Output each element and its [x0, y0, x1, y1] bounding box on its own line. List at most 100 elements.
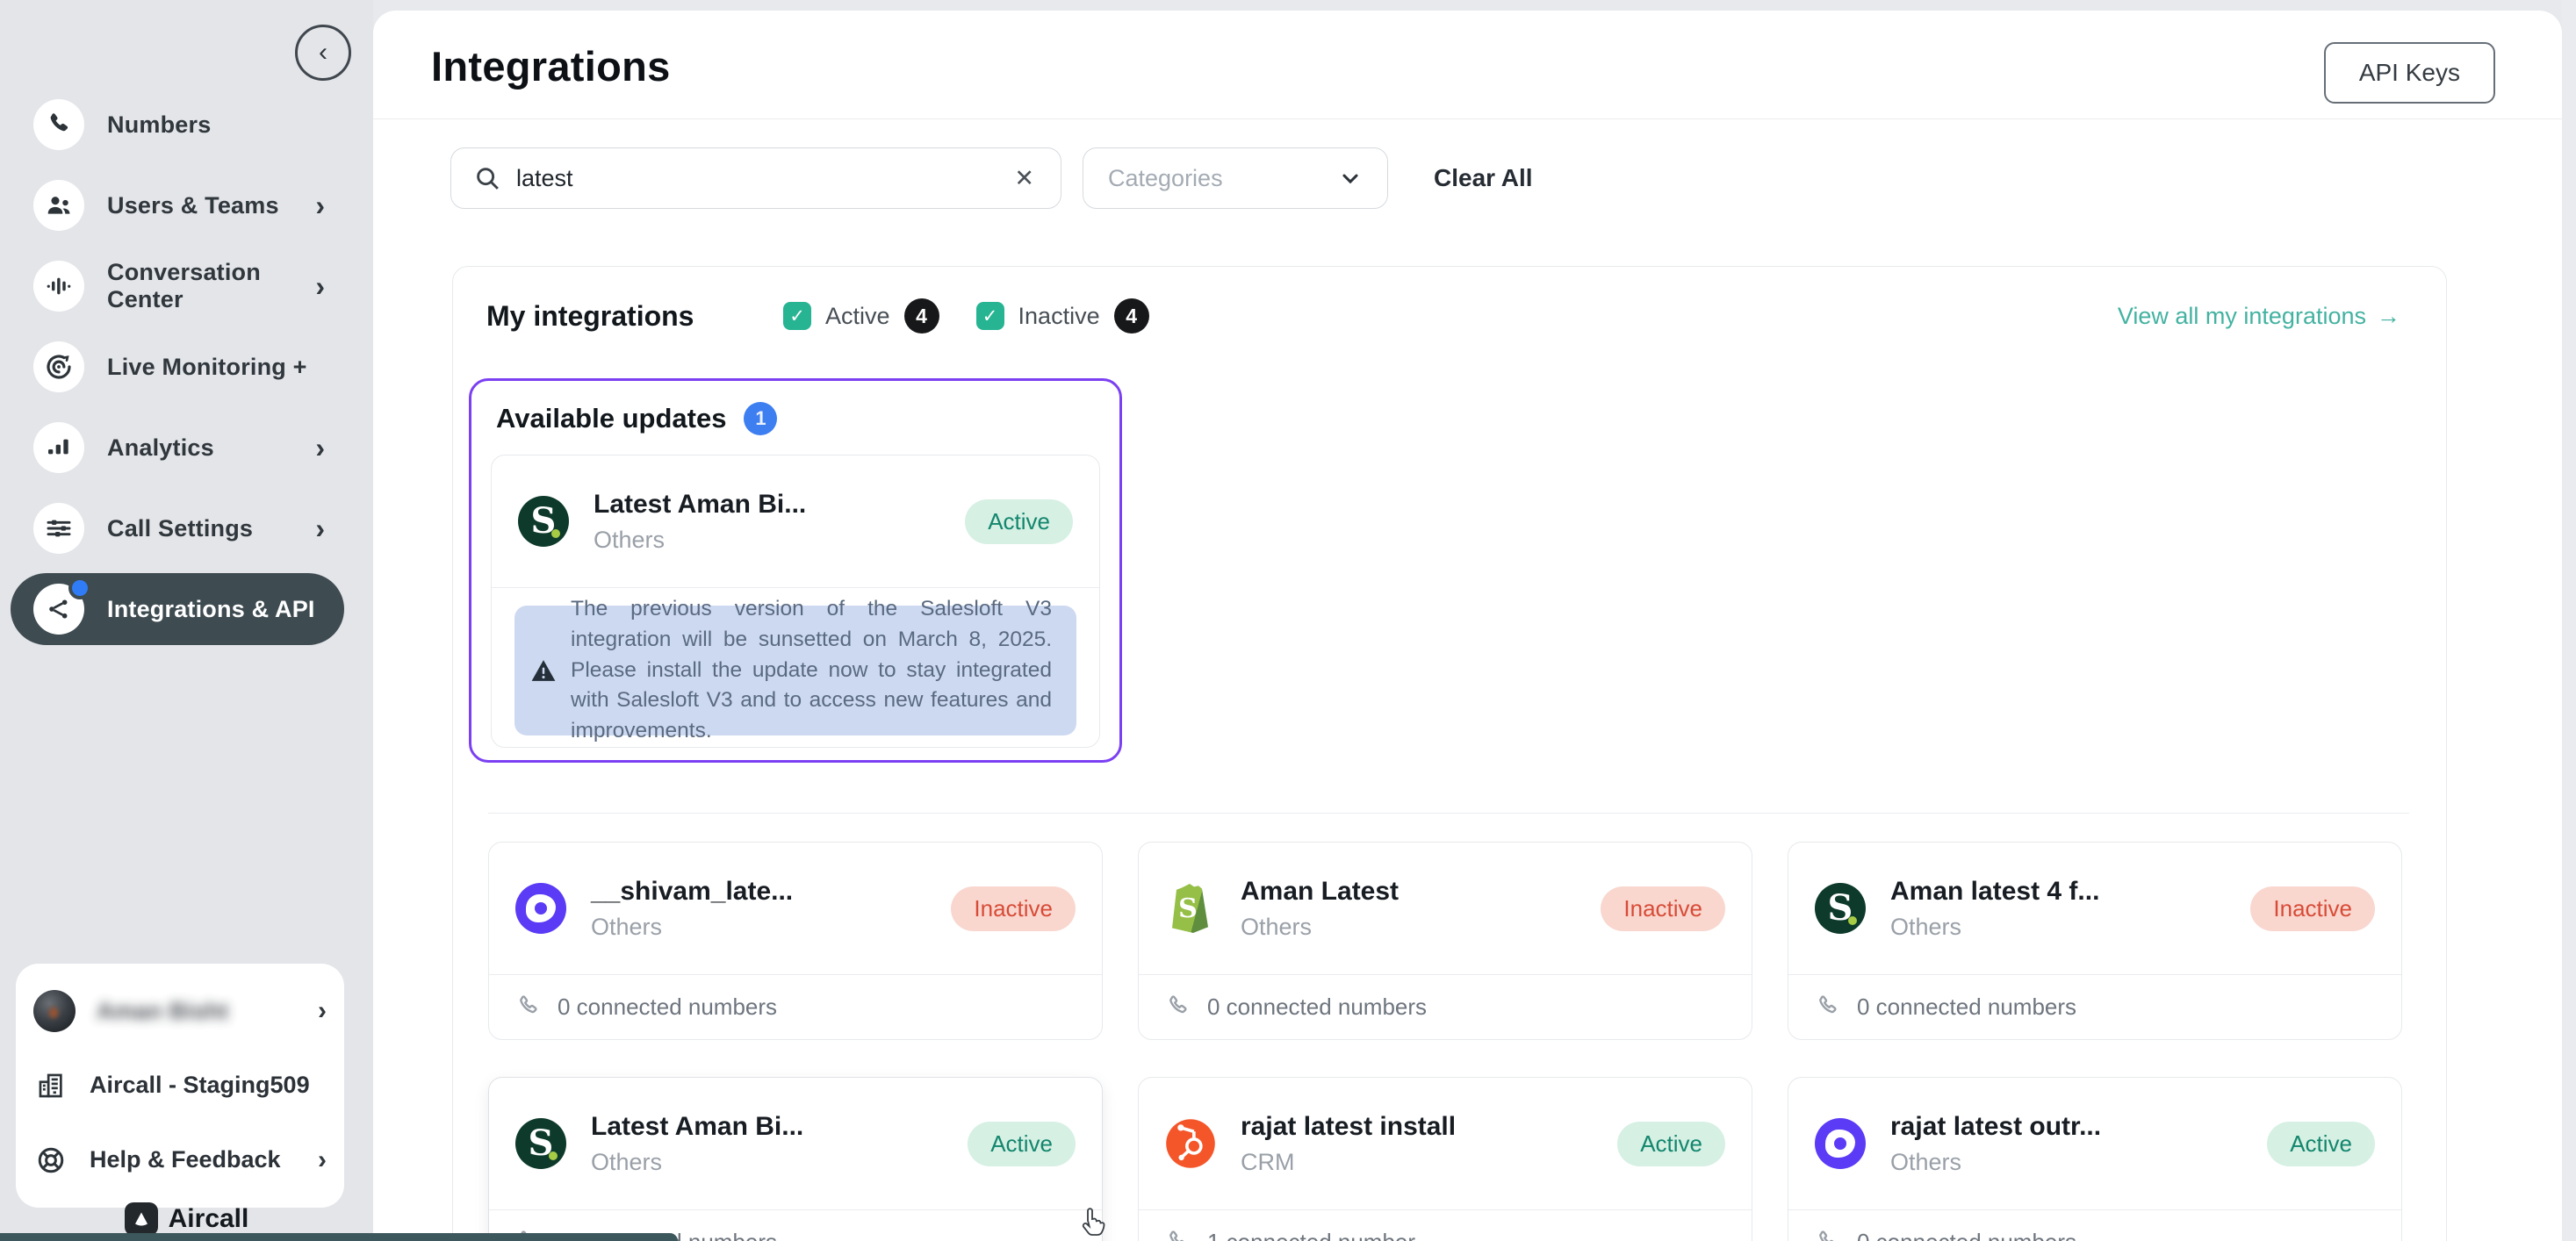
avatar — [33, 990, 76, 1032]
sidebar-item-label: Conversation Center — [107, 259, 292, 313]
aircall-brand-icon — [125, 1202, 158, 1236]
sidebar-item-numbers[interactable]: Numbers — [11, 84, 344, 165]
sidebar-item-label: Numbers — [107, 111, 211, 139]
sidebar-item-integrations-api[interactable]: Integrations & API — [11, 573, 344, 645]
card-divider — [492, 587, 1099, 588]
users-icon — [33, 180, 84, 231]
integration-name: rajat latest outr... — [1890, 1112, 2101, 1142]
integration-name: Latest Aman Bi... — [591, 1112, 803, 1142]
arrow-right-icon: → — [2377, 303, 2400, 330]
integration-card-rajat-latest-outr[interactable]: rajat latest outr... Others Active 0 con… — [1788, 1077, 2402, 1241]
status-badge: Inactive — [2250, 886, 2375, 931]
integration-card-rajat-latest-install[interactable]: rajat latest install CRM Active 1 connec… — [1138, 1077, 1752, 1241]
chevron-right-icon: › — [315, 191, 325, 219]
categories-label: Categories — [1108, 165, 1223, 192]
chevron-down-icon — [1338, 166, 1363, 190]
brand-name: Aircall — [169, 1204, 249, 1234]
sidebar-collapse-button[interactable]: ‹ — [295, 25, 351, 81]
connected-numbers: 0 connected numbers — [558, 994, 777, 1021]
chevron-right-icon: › — [315, 514, 325, 542]
status-badge: Active — [968, 1122, 1076, 1166]
my-integrations-section: My integrations ✓ Active 4 ✓ Inactive 4 … — [452, 266, 2447, 1241]
help-feedback-label: Help & Feedback — [90, 1146, 281, 1173]
brand-footer: Aircall — [0, 1202, 373, 1236]
integration-category: Others — [591, 1149, 803, 1176]
life-buoy-icon — [33, 1143, 68, 1178]
view-all-link[interactable]: View all my integrations → — [2118, 303, 2400, 330]
hubspot-logo-icon — [1165, 1118, 1216, 1169]
sidebar-item-analytics[interactable]: Analytics › — [11, 407, 344, 488]
main-panel: Integrations API Keys ✕ Categories Clear… — [373, 11, 2562, 1241]
active-count-badge: 4 — [904, 298, 939, 334]
check-icon: ✓ — [982, 305, 998, 327]
inactive-filter-checkbox[interactable]: ✓ — [976, 302, 1004, 330]
building-icon — [33, 1068, 68, 1103]
right-gutter — [2562, 0, 2576, 1241]
chevron-right-icon: › — [315, 434, 325, 462]
integration-card-aman-latest-4[interactable]: S Aman latest 4 f... Others Inactive 0 c… — [1788, 842, 2402, 1040]
sunset-warning: The previous version of the Salesloft V3… — [514, 606, 1076, 735]
integration-card-shivam-late[interactable]: __shivam_late... Others Inactive 0 conne… — [488, 842, 1103, 1040]
outreach-purple-logo-icon — [1815, 1118, 1866, 1169]
sidebar-item-conversation-center[interactable]: Conversation Center › — [11, 246, 344, 326]
integration-category: Others — [1890, 1149, 2101, 1176]
categories-dropdown[interactable]: Categories — [1083, 147, 1388, 209]
integration-card-aman-latest[interactable]: S Aman Latest Others Inactive 0 connecte… — [1138, 842, 1752, 1040]
sidebar-item-call-settings[interactable]: Call Settings › — [11, 488, 344, 569]
integration-category: Others — [591, 914, 793, 941]
profile-name: Aman Bisht — [97, 998, 228, 1025]
salesloft-logo-icon: S — [518, 496, 569, 547]
profile-row-user[interactable]: Aman Bisht › — [33, 976, 327, 1046]
section-title: My integrations — [486, 300, 694, 333]
salesloft-logo-icon: S — [1815, 883, 1866, 934]
connected-numbers: 1 connected number — [1207, 1229, 1415, 1241]
bar-chart-icon — [33, 422, 84, 473]
clear-search-icon[interactable]: ✕ — [1011, 165, 1038, 192]
search-icon — [474, 165, 500, 191]
profile-row-organization[interactable]: Aircall - Staging509 — [33, 1051, 327, 1121]
radar-icon — [33, 341, 84, 392]
phone-outline-icon — [1815, 1229, 1841, 1241]
sidebar-nav: Numbers Users & Teams › Conversation Cen… — [11, 84, 344, 645]
clear-all-button[interactable]: Clear All — [1434, 164, 1533, 192]
update-card[interactable]: S Latest Aman Bi... Others Active The pr… — [491, 455, 1100, 748]
section-divider — [488, 813, 2409, 814]
active-filter-label: Active — [825, 303, 890, 330]
integration-name: __shivam_late... — [591, 877, 793, 907]
status-filters: ✓ Active 4 ✓ Inactive 4 — [783, 298, 1172, 334]
available-updates-head: Available updates 1 — [491, 402, 1100, 435]
integration-category: Others — [1890, 914, 2099, 941]
inactive-filter-label: Inactive — [1018, 303, 1100, 330]
integration-category: CRM — [1241, 1149, 1456, 1176]
profile-row-help[interactable]: Help & Feedback › — [33, 1125, 327, 1195]
organization-label: Aircall - Staging509 — [90, 1072, 310, 1099]
chevron-right-icon: › — [315, 272, 325, 300]
integration-name: Aman Latest — [1241, 877, 1399, 907]
integration-card-latest-aman-bi[interactable]: S Latest Aman Bi... Others Active 4 conn… — [488, 1077, 1103, 1241]
status-badge: Active — [1617, 1122, 1725, 1166]
phone-outline-icon — [515, 994, 542, 1020]
integration-category: Others — [594, 527, 806, 554]
search-input[interactable] — [516, 165, 995, 192]
integration-name: Latest Aman Bi... — [594, 490, 806, 520]
integrations-hub-icon — [33, 584, 84, 635]
phone-outline-icon — [1815, 994, 1841, 1020]
sliders-icon — [33, 503, 84, 554]
header-divider — [373, 118, 2562, 119]
page-title: Integrations — [431, 42, 671, 90]
available-updates-title: Available updates — [496, 403, 726, 434]
notification-dot — [68, 577, 91, 599]
available-updates-count-badge: 1 — [744, 402, 777, 435]
integration-name: Aman latest 4 f... — [1890, 877, 2099, 907]
sidebar-item-users-teams[interactable]: Users & Teams › — [11, 165, 344, 246]
phone-outline-icon — [1165, 1229, 1191, 1241]
search-box: ✕ — [450, 147, 1061, 209]
filter-row: ✕ Categories Clear All — [450, 147, 1533, 209]
api-keys-button[interactable]: API Keys — [2324, 42, 2495, 104]
sidebar-item-live-monitoring[interactable]: Live Monitoring + — [11, 326, 344, 407]
bottom-toast-strip — [0, 1233, 678, 1241]
active-filter-checkbox[interactable]: ✓ — [783, 302, 811, 330]
integrations-grid: __shivam_late... Others Inactive 0 conne… — [488, 842, 2402, 1241]
inactive-count-badge: 4 — [1114, 298, 1149, 334]
connected-numbers: 0 connected numbers — [1857, 1229, 2076, 1241]
